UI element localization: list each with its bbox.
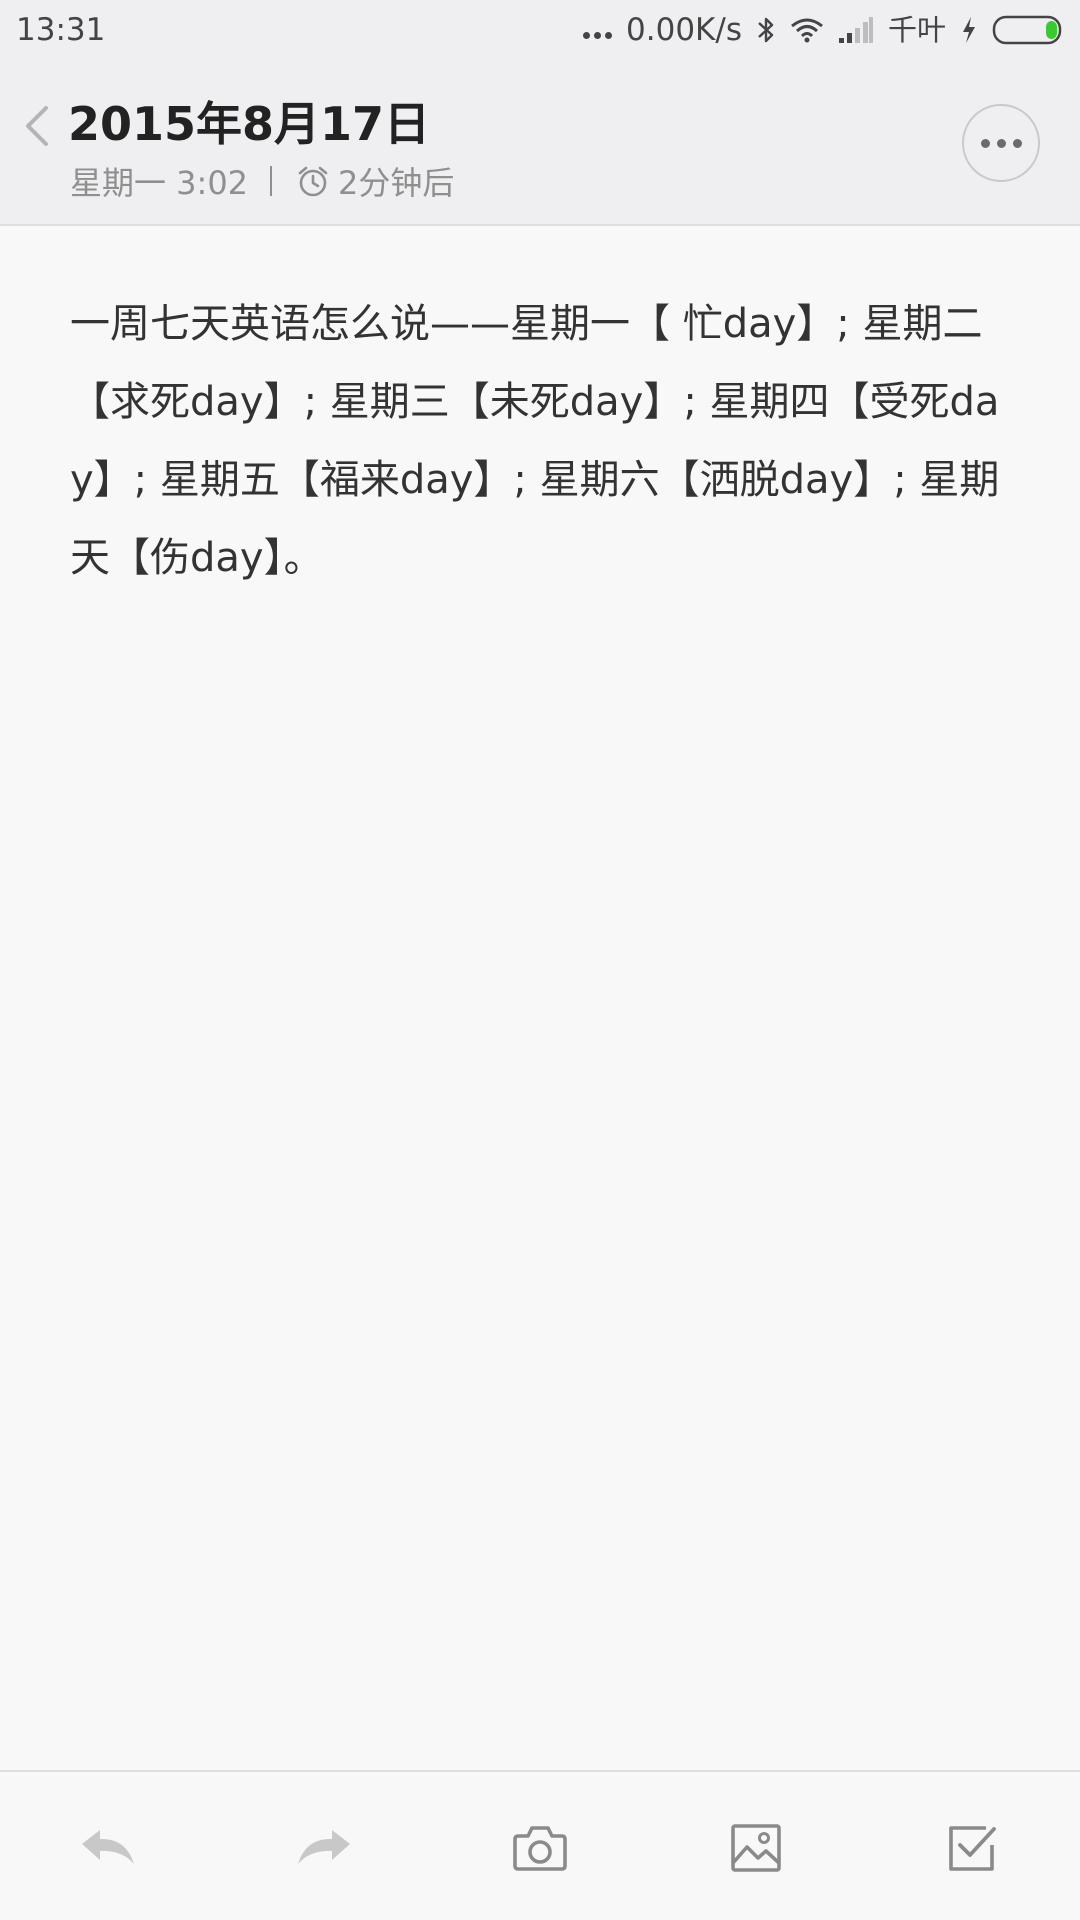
undo-icon	[82, 1830, 134, 1864]
weekday-time: 星期一 3:02	[70, 164, 249, 202]
status-time: 13:31	[16, 12, 106, 48]
meta-divider	[270, 166, 273, 196]
note-meta: 星期一 3:02 2分钟后	[70, 158, 454, 204]
more-dot	[996, 138, 1006, 148]
wifi-icon	[791, 18, 823, 43]
note-header: 2015年8月17日 星期一 3:02 2分钟后	[0, 60, 1080, 226]
bluetooth-icon	[758, 17, 774, 43]
more-options-button[interactable]	[962, 104, 1040, 182]
redo-icon	[298, 1830, 350, 1864]
checklist-icon	[949, 1826, 996, 1871]
back-chevron-icon	[26, 106, 48, 146]
image-icon	[731, 1824, 781, 1872]
alarm-clock-icon	[298, 166, 328, 197]
network-speed: 0.00K/s	[626, 12, 742, 48]
camera-button[interactable]	[504, 1812, 576, 1884]
signal-icon	[838, 17, 873, 43]
status-bar: 13:31 0.00K/s 千叶	[0, 0, 1080, 60]
back-button[interactable]	[18, 96, 58, 156]
battery-icon	[992, 15, 1062, 45]
insert-image-button[interactable]	[720, 1812, 792, 1884]
charging-icon	[963, 17, 975, 43]
bottom-toolbar	[0, 1770, 1080, 1920]
more-dots-icon	[583, 31, 613, 39]
reminder-text[interactable]: 2分钟后	[338, 158, 454, 204]
note-content[interactable]: 一周七天英语怎么说——星期一【 忙day】; 星期二【求死day】; 星期三【未…	[70, 285, 1010, 597]
more-dot	[1012, 138, 1022, 148]
undo-button[interactable]	[72, 1812, 144, 1884]
more-dot	[980, 138, 990, 148]
redo-button[interactable]	[288, 1812, 360, 1884]
status-indicators: 0.00K/s 千叶	[583, 0, 1066, 60]
checklist-button[interactable]	[936, 1812, 1008, 1884]
screen: 13:31 0.00K/s 千叶 2015年8月17日 星期一 3:02 2分钟…	[0, 0, 1080, 1920]
note-date-title: 2015年8月17日	[68, 97, 431, 151]
camera-icon	[513, 1826, 567, 1871]
carrier-name: 千叶	[887, 13, 946, 47]
